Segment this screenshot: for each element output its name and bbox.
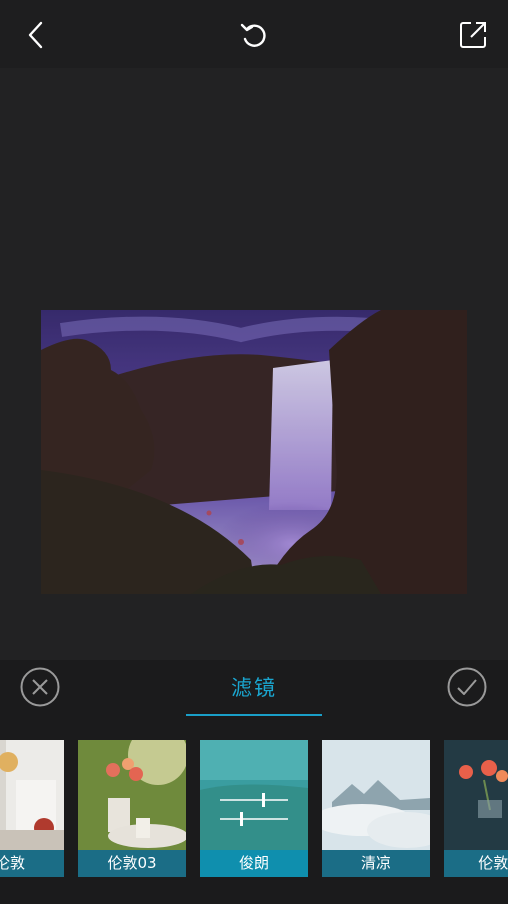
filter-thumbnail [444, 740, 508, 850]
filter-tile[interactable]: 清凉 [322, 740, 430, 877]
filter-label: 俊朗 [200, 850, 308, 877]
filter-strip[interactable]: 伦敦 伦敦03 俊朗 清凉 伦敦 [0, 740, 508, 878]
filter-tile[interactable]: 伦敦 [0, 740, 64, 877]
filter-label: 伦敦0 [444, 850, 508, 877]
filter-label: 伦敦 [0, 850, 64, 877]
undo-button[interactable] [232, 13, 276, 57]
share-button[interactable] [451, 13, 495, 57]
close-circle-icon [20, 667, 60, 707]
cancel-button[interactable] [20, 667, 60, 707]
photo-preview[interactable] [41, 310, 467, 594]
chevron-left-icon [28, 21, 43, 49]
tab-filters[interactable]: 滤镜 [186, 672, 322, 702]
filter-tile-selected[interactable]: 俊朗 [200, 740, 308, 877]
filter-thumbnail [200, 740, 308, 850]
filter-thumbnail [0, 740, 64, 850]
top-toolbar [0, 0, 508, 68]
back-button[interactable] [14, 13, 58, 57]
filter-label: 清凉 [322, 850, 430, 877]
check-circle-icon [447, 667, 487, 707]
filter-tile[interactable]: 伦敦0 [444, 740, 508, 877]
waterfall-photo [41, 310, 467, 594]
filter-thumbnail [322, 740, 430, 850]
filter-tile[interactable]: 伦敦03 [78, 740, 186, 877]
tab-indicator [186, 714, 322, 716]
filter-thumbnail [78, 740, 186, 850]
confirm-button[interactable] [447, 667, 487, 707]
filter-label: 伦敦03 [78, 850, 186, 877]
rotate-ccw-icon [240, 23, 266, 47]
share-external-icon [460, 22, 486, 48]
